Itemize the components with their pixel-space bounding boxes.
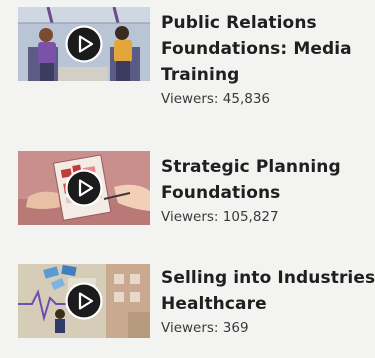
course-item-selling-healthcare[interactable]: Selling into Industries: Healthcare View… — [0, 248, 375, 358]
viewers-label: Viewers: — [161, 91, 219, 107]
viewers-value: 105,827 — [222, 209, 279, 225]
play-icon[interactable] — [65, 282, 103, 320]
course-title-line: Healthcare — [161, 294, 267, 314]
course-title[interactable]: Strategic Planning Foundations — [161, 154, 375, 206]
viewers-label: Viewers: — [161, 209, 219, 225]
play-icon[interactable] — [65, 25, 103, 63]
course-title-line: Selling into Industries: — [161, 268, 375, 288]
course-item-public-relations[interactable]: Public Relations Foundations: Media Trai… — [0, 0, 375, 110]
course-title-line: Strategic Planning — [161, 157, 341, 177]
viewers-label: Viewers: — [161, 320, 219, 336]
course-title-line: Foundations: Media — [161, 39, 352, 59]
viewer-count: Viewers: 369 — [161, 318, 375, 338]
course-item-strategic-planning[interactable]: Strategic Planning Foundations Viewers: … — [0, 135, 375, 245]
course-title[interactable]: Public Relations Foundations: Media Trai… — [161, 10, 375, 88]
viewers-value: 369 — [222, 320, 249, 336]
course-thumbnail[interactable] — [18, 7, 150, 81]
course-info: Selling into Industries: Healthcare View… — [161, 265, 375, 338]
course-info: Strategic Planning Foundations Viewers: … — [161, 154, 375, 227]
viewer-count: Viewers: 105,827 — [161, 207, 375, 227]
course-thumbnail[interactable] — [18, 264, 150, 338]
course-title-line: Training — [161, 65, 240, 85]
viewers-value: 45,836 — [222, 91, 271, 107]
course-info: Public Relations Foundations: Media Trai… — [161, 10, 375, 109]
course-title-line: Foundations — [161, 183, 281, 203]
play-icon[interactable] — [65, 169, 103, 207]
course-list: Public Relations Foundations: Media Trai… — [0, 0, 375, 352]
viewer-count: Viewers: 45,836 — [161, 89, 375, 109]
course-title-line: Public Relations — [161, 13, 317, 33]
course-title[interactable]: Selling into Industries: Healthcare — [161, 265, 375, 317]
course-thumbnail[interactable] — [18, 151, 150, 225]
